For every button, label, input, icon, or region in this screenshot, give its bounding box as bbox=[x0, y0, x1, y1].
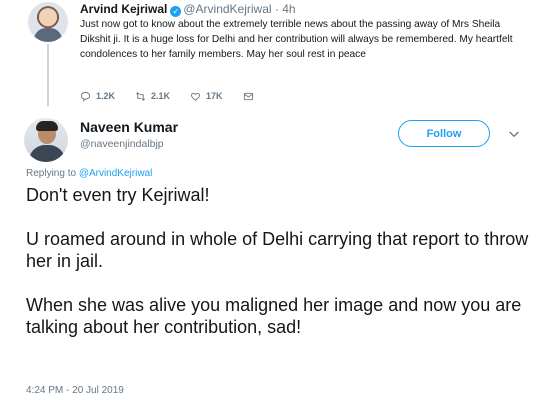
parent-handle-time[interactable]: @ArvindKejriwal · 4h bbox=[183, 2, 295, 16]
like-icon bbox=[191, 92, 200, 101]
follow-button[interactable]: Follow bbox=[398, 120, 490, 147]
reply-paragraph: U roamed around in whole of Delhi carryi… bbox=[26, 229, 529, 271]
retweet-count: 2.1K bbox=[151, 91, 171, 101]
reply-author-handle[interactable]: @naveenjindalbjp bbox=[80, 138, 164, 150]
reply-icon bbox=[80, 91, 91, 102]
reply-author-name[interactable]: Naveen Kumar bbox=[80, 119, 178, 135]
reply-count: 1.2K bbox=[96, 91, 116, 101]
verified-icon: ✓ bbox=[170, 6, 182, 17]
parent-avatar[interactable] bbox=[28, 2, 68, 42]
reply-paragraph: When she was alive you maligned her imag… bbox=[26, 295, 522, 337]
reply-paragraph: Don't even try Kejriwal! bbox=[26, 185, 210, 205]
thread-line bbox=[47, 44, 49, 106]
reply-action[interactable]: 1.2K bbox=[80, 91, 115, 102]
parent-header: Arvind Kejriwal ✓ @ArvindKejriwal · 4h bbox=[80, 2, 296, 17]
parent-tweet-text: Just now got to know about the extremely… bbox=[80, 19, 513, 60]
parent-action-bar: 1.2K 2.1K 17K bbox=[80, 89, 279, 103]
parent-tweet: Arvind Kejriwal ✓ @ArvindKejriwal · 4h Jus… bbox=[0, 0, 545, 110]
message-action[interactable] bbox=[243, 91, 259, 102]
reply-avatar[interactable] bbox=[24, 118, 68, 162]
retweet-icon bbox=[136, 91, 145, 101]
parent-author-name[interactable]: Arvind Kejriwal bbox=[80, 2, 167, 16]
chevron-down-icon[interactable] bbox=[507, 127, 521, 141]
message-icon bbox=[243, 92, 253, 100]
replying-to-line: Replying to @ArvindKejriwal bbox=[26, 168, 152, 179]
like-action[interactable]: 17K bbox=[190, 91, 223, 102]
retweet-action[interactable]: 2.1K bbox=[135, 91, 170, 102]
reply-timestamp[interactable]: 4:24 PM - 20 Jul 2019 bbox=[26, 385, 124, 396]
like-count: 17K bbox=[206, 91, 223, 101]
replying-to-link[interactable]: @ArvindKejriwal bbox=[79, 168, 153, 179]
replying-prefix: Replying to bbox=[26, 168, 77, 179]
reply-tweet-text: Don't even try Kejriwal! U roamed around… bbox=[26, 184, 531, 338]
